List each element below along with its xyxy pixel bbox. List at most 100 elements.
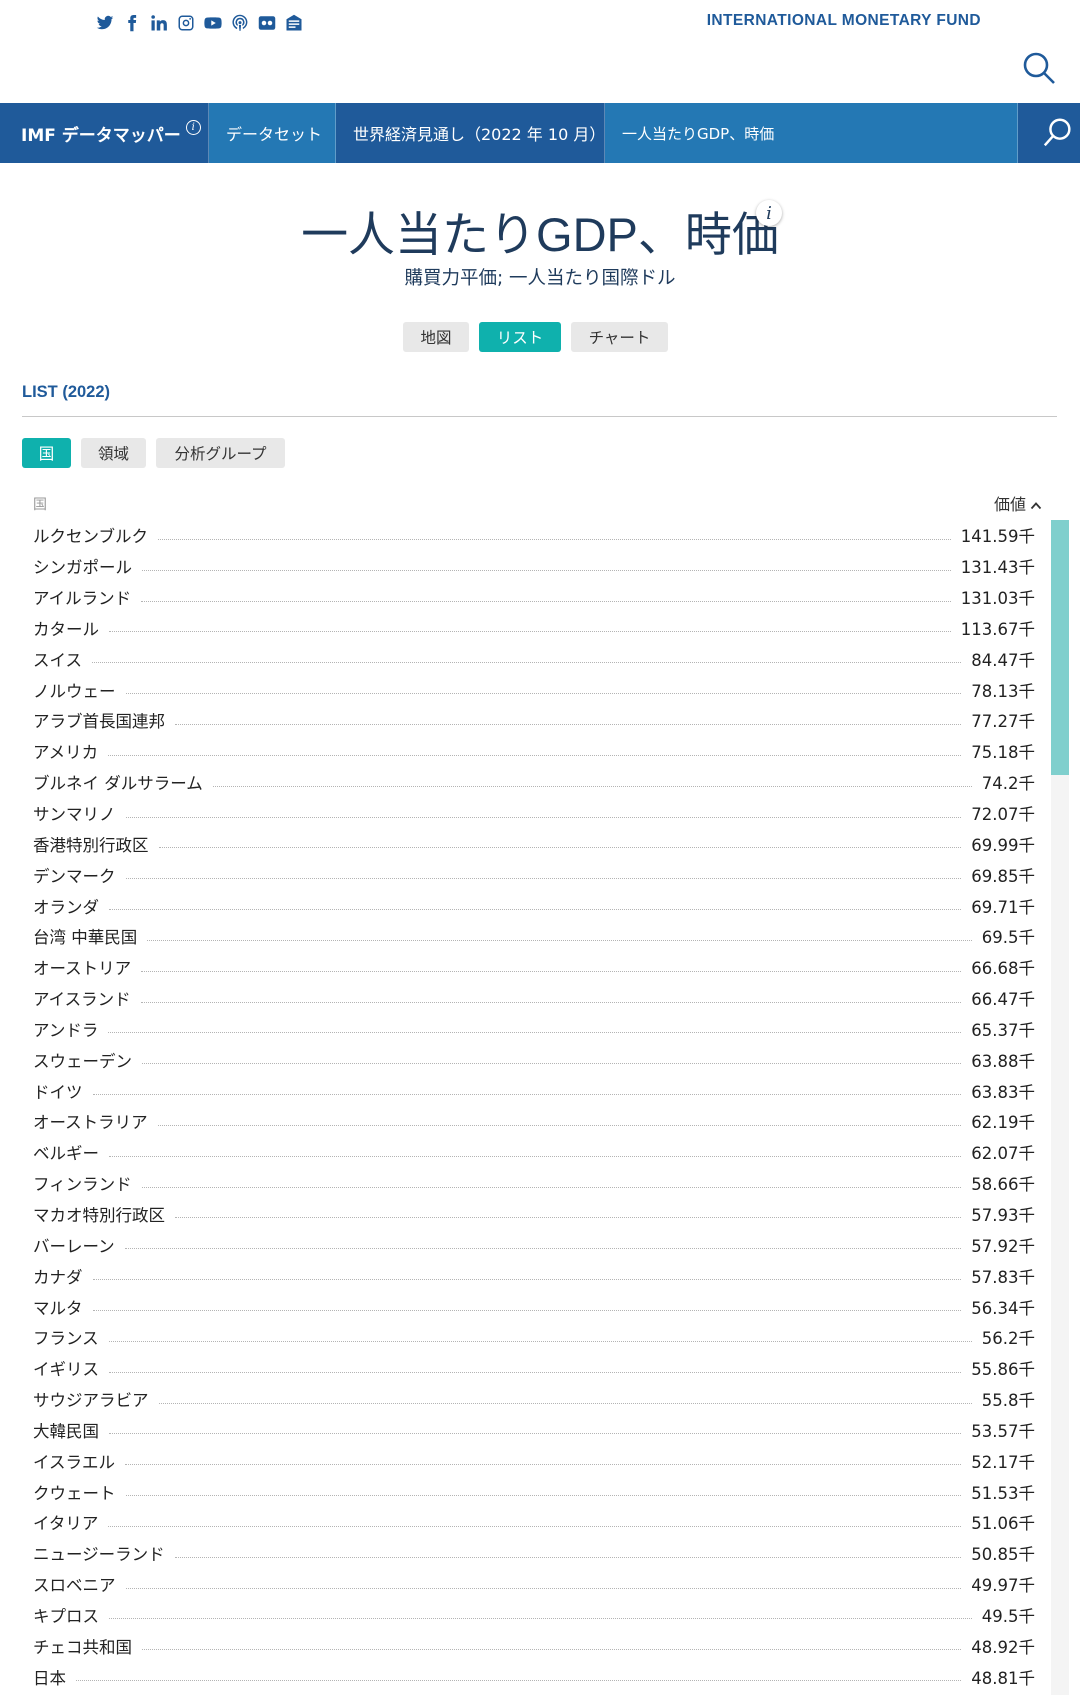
chart-view-button[interactable]: チャート <box>571 322 668 352</box>
table-row[interactable]: スロベニア 49.97千 <box>33 1569 1035 1600</box>
column-header-country[interactable]: 国 <box>33 494 47 514</box>
table-row[interactable]: フランス 56.2千 <box>33 1322 1035 1353</box>
country-name[interactable]: クウェート <box>33 1480 116 1504</box>
table-row[interactable]: ノルウェー 78.13千 <box>33 674 1035 705</box>
country-name[interactable]: ニュージーランド <box>33 1541 165 1565</box>
country-name[interactable]: アメリカ <box>33 739 98 763</box>
table-row[interactable]: 香港特別行政区 69.99千 <box>33 828 1035 859</box>
nav-dataset[interactable]: データセット <box>209 103 336 163</box>
country-name[interactable]: カナダ <box>33 1264 83 1288</box>
scrollbar-thumb[interactable] <box>1051 520 1069 775</box>
country-name[interactable]: デンマーク <box>33 863 116 887</box>
instagram-icon[interactable] <box>177 14 195 32</box>
country-name[interactable]: バーレーン <box>33 1233 115 1257</box>
podcast-icon[interactable] <box>231 14 249 32</box>
country-name[interactable]: 香港特別行政区 <box>33 832 149 856</box>
country-name[interactable]: サンマリノ <box>33 801 116 825</box>
table-row[interactable]: アメリカ 75.18千 <box>33 736 1035 767</box>
region-filter-button[interactable]: 領域 <box>81 438 146 468</box>
country-name[interactable]: 日本 <box>33 1665 66 1689</box>
country-name[interactable]: スイス <box>33 647 82 671</box>
table-row[interactable]: ドイツ 63.83千 <box>33 1075 1035 1106</box>
table-row[interactable]: クウェート 51.53千 <box>33 1476 1035 1507</box>
country-name[interactable]: フィンランド <box>33 1171 132 1195</box>
country-name[interactable]: マカオ特別行政区 <box>33 1202 165 1226</box>
table-row[interactable]: フィンランド 58.66千 <box>33 1168 1035 1199</box>
country-name[interactable]: ノルウェー <box>33 678 116 702</box>
country-name[interactable]: マルタ <box>33 1295 83 1319</box>
table-row[interactable]: ベルギー 62.07千 <box>33 1137 1035 1168</box>
country-name[interactable]: イギリス <box>33 1356 99 1380</box>
facebook-icon[interactable] <box>123 14 141 32</box>
country-name[interactable]: オーストリア <box>33 955 131 979</box>
country-name[interactable]: チェコ共和国 <box>33 1634 132 1658</box>
country-name[interactable]: アンドラ <box>33 1017 98 1041</box>
table-row[interactable]: ニュージーランド 50.85千 <box>33 1538 1035 1569</box>
country-name[interactable]: オランダ <box>33 894 99 918</box>
table-row[interactable]: アラブ首長国連邦 77.27千 <box>33 705 1035 736</box>
country-name[interactable]: シンガポール <box>33 554 132 578</box>
country-name[interactable]: アイスランド <box>33 986 131 1010</box>
table-row[interactable]: オーストリア 66.68千 <box>33 952 1035 983</box>
country-name[interactable]: アラブ首長国連邦 <box>33 708 165 732</box>
table-row[interactable]: オランダ 69.71千 <box>33 890 1035 921</box>
table-row[interactable]: イスラエル 52.17千 <box>33 1445 1035 1476</box>
linkedin-icon[interactable] <box>150 14 168 32</box>
country-name[interactable]: キプロス <box>33 1603 99 1627</box>
nav-weo[interactable]: 世界経済見通し（2022 年 10 月） <box>336 103 605 163</box>
table-row[interactable]: アイスランド 66.47千 <box>33 983 1035 1014</box>
table-row[interactable]: ルクセンブルク 141.59千 <box>33 520 1035 551</box>
list-view-button[interactable]: リスト <box>479 322 561 352</box>
newsletter-icon[interactable] <box>285 14 303 32</box>
table-row[interactable]: イギリス 55.86千 <box>33 1353 1035 1384</box>
table-row[interactable]: デンマーク 69.85千 <box>33 859 1035 890</box>
table-row[interactable]: ブルネイ ダルサラーム 74.2千 <box>33 767 1035 798</box>
table-row[interactable]: マカオ特別行政区 57.93千 <box>33 1199 1035 1230</box>
table-row[interactable]: イタリア 51.06千 <box>33 1507 1035 1538</box>
table-row[interactable]: アイルランド 131.03千 <box>33 582 1035 613</box>
country-name[interactable]: フランス <box>33 1325 99 1349</box>
group-filter-button[interactable]: 分析グループ <box>156 438 285 468</box>
table-row[interactable]: スイス 84.47千 <box>33 643 1035 674</box>
table-row[interactable]: サウジアラビア 55.8千 <box>33 1384 1035 1415</box>
info-icon[interactable]: i <box>185 119 201 135</box>
table-row[interactable]: 日本 48.81千 <box>33 1661 1035 1692</box>
twitter-icon[interactable] <box>96 14 114 32</box>
country-name[interactable]: カタール <box>33 616 99 640</box>
table-row[interactable]: キプロス 49.5千 <box>33 1600 1035 1631</box>
country-name[interactable]: アイルランド <box>33 585 131 609</box>
org-name[interactable]: INTERNATIONAL MONETARY FUND <box>707 12 981 30</box>
country-name[interactable]: イタリア <box>33 1510 98 1534</box>
table-row[interactable]: カナダ 57.83千 <box>33 1260 1035 1291</box>
country-filter-button[interactable]: 国 <box>22 438 71 468</box>
country-name[interactable]: スウェーデン <box>33 1048 132 1072</box>
nav-indicator[interactable]: 一人当たりGDP、時価 <box>605 103 1018 163</box>
column-header-value[interactable]: 価値 <box>994 491 1042 515</box>
nav-brand[interactable]: IMF データマッパー i <box>0 103 209 163</box>
flickr-icon[interactable] <box>258 14 276 32</box>
table-row[interactable]: シンガポール 131.43千 <box>33 551 1035 582</box>
country-name[interactable]: 台湾 中華民国 <box>33 924 137 948</box>
map-view-button[interactable]: 地図 <box>403 322 469 352</box>
table-row[interactable]: チェコ共和国 48.92千 <box>33 1630 1035 1661</box>
country-name[interactable]: ベルギー <box>33 1140 99 1164</box>
country-name[interactable]: 大韓民国 <box>33 1418 99 1442</box>
country-name[interactable]: ルクセンブルク <box>33 523 148 547</box>
table-row[interactable]: カタール 113.67千 <box>33 613 1035 644</box>
youtube-icon[interactable] <box>204 14 222 32</box>
table-row[interactable]: スウェーデン 63.88千 <box>33 1044 1035 1075</box>
info-icon[interactable]: i <box>756 200 782 226</box>
search-icon[interactable] <box>1021 50 1057 86</box>
table-row[interactable]: バーレーン 57.92千 <box>33 1229 1035 1260</box>
country-name[interactable]: ブルネイ ダルサラーム <box>33 770 203 794</box>
country-name[interactable]: オーストラリア <box>33 1109 148 1133</box>
table-row[interactable]: サンマリノ 72.07千 <box>33 798 1035 829</box>
table-row[interactable]: 台湾 中華民国 69.5千 <box>33 921 1035 952</box>
country-name[interactable]: イスラエル <box>33 1449 115 1473</box>
table-row[interactable]: 大韓民国 53.57千 <box>33 1414 1035 1445</box>
table-row[interactable]: オーストラリア 62.19千 <box>33 1106 1035 1137</box>
nav-search-button[interactable] <box>1018 103 1080 163</box>
table-row[interactable]: マルタ 56.34千 <box>33 1291 1035 1322</box>
country-name[interactable]: スロベニア <box>33 1572 116 1596</box>
country-name[interactable]: サウジアラビア <box>33 1387 149 1411</box>
